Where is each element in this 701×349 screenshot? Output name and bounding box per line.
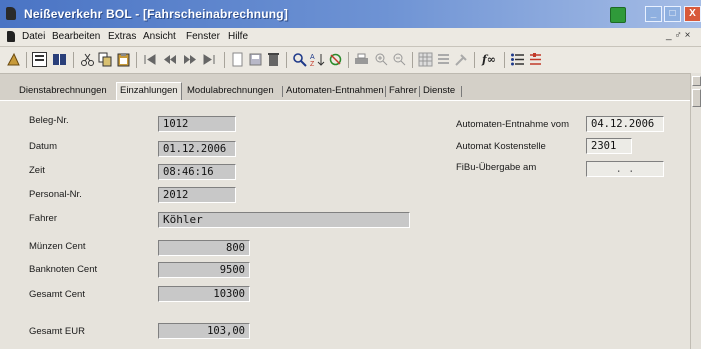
copy-icon[interactable] <box>98 52 113 67</box>
tab-dienstabrechnungen[interactable]: Dienstabrechnungen <box>16 83 110 99</box>
tab-automaten-entnahmen[interactable]: Automaten-Entnahmen <box>283 83 387 99</box>
scroll-thumb[interactable] <box>692 89 701 107</box>
form-view-icon[interactable] <box>32 52 47 67</box>
minimize-button[interactable]: _ <box>645 6 662 22</box>
grid-icon[interactable] <box>418 52 433 67</box>
last-record-icon[interactable] <box>202 52 217 67</box>
menu-extras[interactable]: Extras <box>108 31 136 42</box>
list-view-icon[interactable] <box>436 52 451 67</box>
menu-bar: Datei Bearbeiten Extras Ansicht Fenster … <box>0 28 701 47</box>
menu-ansicht[interactable]: Ansicht <box>143 31 176 42</box>
datum-label: Datum <box>29 141 57 152</box>
fibu-uebergabe-label: FiBu-Übergabe am <box>456 162 537 173</box>
zoom-out-icon[interactable] <box>392 52 407 67</box>
book-icon[interactable] <box>52 52 67 67</box>
beleg-nr-label: Beleg-Nr. <box>29 115 69 126</box>
new-record-icon[interactable] <box>230 52 245 67</box>
close-button[interactable]: X <box>684 6 701 22</box>
tab-dienste[interactable]: Dienste <box>420 83 458 99</box>
tab-modulabrechnungen[interactable]: Modulabrechnungen <box>184 83 277 99</box>
toolbar: AZ f∞ <box>0 47 701 74</box>
previous-record-icon[interactable] <box>162 52 177 67</box>
document-icon[interactable] <box>7 31 15 42</box>
vertical-scrollbar[interactable] <box>690 73 701 349</box>
properties-icon[interactable] <box>528 52 543 67</box>
print-icon[interactable] <box>354 52 369 67</box>
beleg-nr-field[interactable]: 1012 <box>158 116 236 132</box>
first-record-icon[interactable] <box>142 52 157 67</box>
menu-datei[interactable]: Datei <box>22 31 45 42</box>
personal-nr-field[interactable]: 2012 <box>158 187 236 203</box>
next-record-icon[interactable] <box>182 52 197 67</box>
personal-nr-label: Personal-Nr. <box>29 189 82 200</box>
delete-record-icon[interactable] <box>266 52 281 67</box>
banknoten-cent-label: Banknoten Cent <box>29 264 98 275</box>
search-icon[interactable] <box>292 52 307 67</box>
gesamt-eur-label: Gesamt EUR <box>29 326 85 337</box>
zeit-field[interactable]: 08:46:16 <box>158 164 236 180</box>
menu-bearbeiten[interactable]: Bearbeiten <box>52 31 100 42</box>
tab-strip: Dienstabrechnungen Einzahlungen Modulabr… <box>0 82 690 100</box>
einzahlungen-panel: Beleg-Nr. 1012 Datum 01.12.2006 Zeit 08:… <box>0 101 690 349</box>
gesamt-eur-field[interactable]: 103,00 <box>158 323 250 339</box>
title-bar: Neißeverkehr BOL - [Fahrscheinabrechnung… <box>0 0 701 28</box>
zoom-in-icon[interactable] <box>374 52 389 67</box>
tab-fahrer[interactable]: Fahrer <box>386 83 420 99</box>
exit-icon[interactable] <box>6 52 21 67</box>
maximize-button[interactable]: □ <box>664 6 681 22</box>
svg-text:Z: Z <box>310 61 315 67</box>
zeit-label: Zeit <box>29 165 45 176</box>
tab-einzahlungen[interactable]: Einzahlungen <box>116 82 182 100</box>
menu-fenster[interactable]: Fenster <box>186 31 220 42</box>
save-record-icon[interactable] <box>248 52 263 67</box>
fibu-uebergabe-field[interactable]: . . <box>586 161 664 177</box>
automaten-entnahme-vom-label: Automaten-Entnahme vom <box>456 119 570 130</box>
datum-field[interactable]: 01.12.2006 <box>158 141 236 157</box>
menu-hilfe[interactable]: Hilfe <box>228 31 248 42</box>
function-button[interactable]: f∞ <box>482 53 496 66</box>
muenzen-cent-field[interactable]: 800 <box>158 240 250 256</box>
fahrer-label: Fahrer <box>29 213 57 224</box>
window-title: Neißeverkehr BOL - [Fahrscheinabrechnung… <box>24 7 289 21</box>
automat-kostenstelle-field[interactable]: 2301 <box>586 138 632 154</box>
scroll-up-button[interactable] <box>692 76 701 86</box>
mdi-window-controls[interactable]: _ ♂ × <box>666 30 690 41</box>
fahrer-field[interactable]: Köhler <box>158 212 410 228</box>
bullet-list-icon[interactable] <box>510 52 525 67</box>
paste-icon[interactable] <box>116 52 131 67</box>
cut-icon[interactable] <box>80 52 95 67</box>
tools-icon[interactable] <box>454 52 469 67</box>
automaten-entnahme-vom-field[interactable]: 04.12.2006 <box>586 116 664 132</box>
sort-icon[interactable]: AZ <box>310 52 325 68</box>
automat-kostenstelle-label: Automat Kostenstelle <box>456 141 546 152</box>
gesamt-cent-field[interactable]: 10300 <box>158 286 250 302</box>
tray-status-icon[interactable] <box>610 7 626 23</box>
muenzen-cent-label: Münzen Cent <box>29 241 86 252</box>
svg-text:A: A <box>310 54 315 61</box>
gesamt-cent-label: Gesamt Cent <box>29 289 85 300</box>
banknoten-cent-field[interactable]: 9500 <box>158 262 250 278</box>
filter-icon[interactable] <box>328 52 343 67</box>
app-icon[interactable] <box>6 7 16 20</box>
